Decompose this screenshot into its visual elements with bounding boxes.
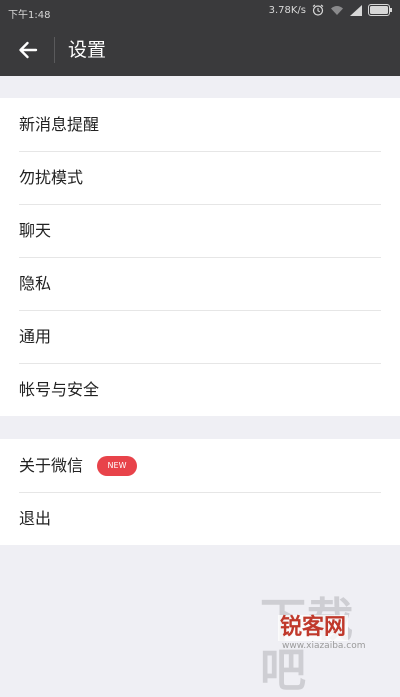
watermark-brand: 锐客网 bbox=[278, 615, 349, 641]
back-button[interactable] bbox=[10, 32, 46, 68]
settings-group-about: 关于微信 NEW 退出 bbox=[0, 439, 400, 545]
status-bar: 下午1:48 3.78K/s bbox=[0, 0, 400, 24]
settings-item-logout[interactable]: 退出 bbox=[0, 492, 400, 545]
battery-icon bbox=[368, 4, 392, 16]
settings-item-chat[interactable]: 聊天 bbox=[0, 204, 400, 257]
settings-item-label: 通用 bbox=[19, 326, 52, 346]
settings-item-label: 隐私 bbox=[19, 273, 52, 293]
watermark: 下载吧 锐客网 www.xiazaiba.com bbox=[260, 595, 390, 695]
network-speed: 3.78K/s bbox=[268, 4, 306, 16]
settings-item-label: 关于微信 bbox=[19, 455, 84, 475]
app-bar: 设置 bbox=[0, 24, 400, 76]
settings-item-about-wechat[interactable]: 关于微信 NEW bbox=[0, 439, 400, 492]
settings-item-account-security[interactable]: 帐号与安全 bbox=[0, 363, 400, 416]
alarm-icon bbox=[312, 4, 324, 16]
status-time: 下午1:48 bbox=[8, 10, 51, 21]
app-bar-divider bbox=[54, 37, 55, 63]
settings-item-do-not-disturb[interactable]: 勿扰模式 bbox=[0, 151, 400, 204]
settings-group-main: 新消息提醒 勿扰模式 聊天 隐私 通用 帐号与安全 bbox=[0, 98, 400, 416]
signal-icon bbox=[350, 4, 362, 16]
settings-item-label: 勿扰模式 bbox=[19, 167, 84, 187]
settings-item-label: 新消息提醒 bbox=[19, 114, 100, 134]
settings-item-general[interactable]: 通用 bbox=[0, 310, 400, 363]
wifi-icon bbox=[331, 5, 343, 15]
page-title: 设置 bbox=[68, 39, 107, 61]
arrow-left-icon bbox=[19, 41, 38, 59]
settings-item-label: 聊天 bbox=[19, 220, 52, 240]
settings-item-new-message-alerts[interactable]: 新消息提醒 bbox=[0, 98, 400, 151]
settings-item-label: 帐号与安全 bbox=[19, 379, 100, 399]
status-icons: 3.78K/s bbox=[269, 4, 392, 16]
watermark-url: www.xiazaiba.com bbox=[282, 641, 366, 651]
new-badge: NEW bbox=[97, 455, 138, 476]
settings-item-label: 退出 bbox=[19, 508, 52, 528]
settings-item-privacy[interactable]: 隐私 bbox=[0, 257, 400, 310]
